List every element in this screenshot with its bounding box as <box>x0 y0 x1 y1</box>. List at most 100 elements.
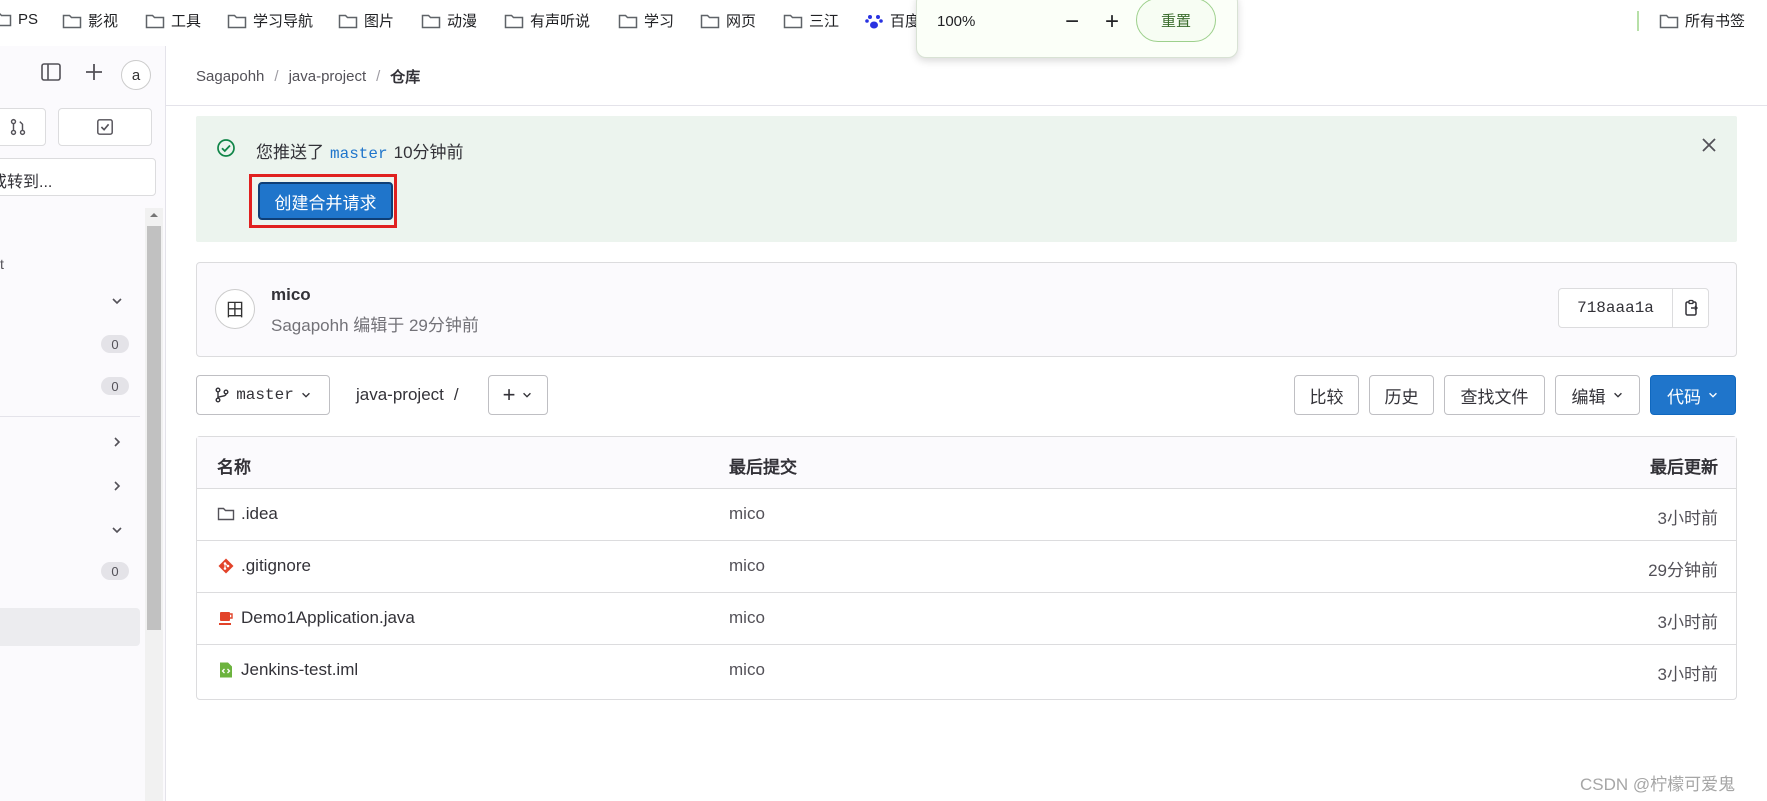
edit-dropdown[interactable]: 编辑 <box>1555 375 1640 415</box>
sidebar: a 或转到... t 0 0 0 <box>0 46 166 801</box>
find-file-button[interactable]: 查找文件 <box>1444 375 1545 415</box>
breadcrumb-separator: / <box>376 68 381 85</box>
chevron-right-icon[interactable] <box>110 435 124 449</box>
compare-button[interactable]: 比较 <box>1294 375 1359 415</box>
add-to-tree-dropdown[interactable]: + <box>488 375 548 415</box>
merge-request-icon <box>10 118 26 136</box>
bookmark-label: 动漫 <box>447 13 478 30</box>
scrollbar-thumb[interactable] <box>147 226 161 630</box>
bookmark-audio[interactable]: 有声听说 <box>504 10 590 31</box>
bookmark-anime[interactable]: 动漫 <box>421 10 477 31</box>
bookmark-study[interactable]: 学习 <box>618 10 674 31</box>
commit-meta: Sagapohh 编辑于 29分钟前 <box>271 316 479 335</box>
chevron-down-icon[interactable] <box>110 523 124 537</box>
bookmark-study-nav[interactable]: 学习导航 <box>227 10 313 31</box>
last-commit-cell[interactable]: mico <box>729 660 765 680</box>
file-name-cell[interactable]: Demo1Application.java <box>217 608 415 628</box>
file-name-cell[interactable]: Jenkins-test.iml <box>217 660 358 680</box>
breadcrumb-current[interactable]: 仓库 <box>390 66 420 87</box>
chevron-down-icon <box>1613 392 1622 398</box>
code-dropdown[interactable]: 代码 <box>1650 375 1736 415</box>
bookmark-label: PS <box>18 10 39 28</box>
edit-label: 编辑 <box>1571 387 1606 407</box>
bookmark-movies[interactable]: 影视 <box>62 10 118 31</box>
last-commit-card: 田 mico Sagapohh 编辑于 29分钟前 718aaa1a <box>196 262 1737 357</box>
merge-requests-tile[interactable] <box>0 108 46 146</box>
file-name[interactable]: .gitignore <box>241 556 311 576</box>
alert-branch-name[interactable]: master <box>330 145 388 163</box>
plus-icon: + <box>502 382 516 407</box>
last-update-cell: 3小时前 <box>1657 613 1718 632</box>
file-name[interactable]: Demo1Application.java <box>241 608 415 628</box>
commit-author-avatar[interactable]: 田 <box>215 289 255 329</box>
chevron-down-icon <box>523 392 532 398</box>
zoom-out-button[interactable]: − <box>1057 7 1087 37</box>
folder-icon <box>338 14 358 28</box>
column-header-name: 名称 <box>217 458 251 477</box>
breadcrumb-link[interactable]: java-project <box>289 68 367 85</box>
zoom-level: 100% <box>937 13 976 30</box>
close-icon[interactable] <box>1700 136 1718 154</box>
file-tree-table: 名称 最后提交 最后更新 .idea mico 3小时前 .gitignore … <box>196 436 1737 700</box>
copy-sha-button[interactable] <box>1673 289 1708 327</box>
bookmark-label: 网页 <box>726 13 757 30</box>
last-commit-cell[interactable]: mico <box>729 608 765 628</box>
commit-title[interactable]: mico <box>271 285 311 305</box>
table-row[interactable]: Jenkins-test.iml mico 3小时前 <box>197 645 1736 697</box>
column-header-last-update: 最后更新 <box>1650 458 1718 477</box>
todo-tile[interactable] <box>58 108 152 146</box>
table-header: 名称 最后提交 最后更新 <box>197 437 1736 489</box>
avatar[interactable]: a <box>121 60 151 90</box>
branch-selector[interactable]: master <box>196 375 330 415</box>
column-header-last-commit: 最后提交 <box>729 458 797 477</box>
zoom-in-button[interactable]: + <box>1097 7 1127 37</box>
bookmark-tools[interactable]: 工具 <box>145 10 201 31</box>
breadcrumb-link[interactable]: Sagapohh <box>196 68 264 85</box>
commit-sha[interactable]: 718aaa1a <box>1559 289 1673 327</box>
create-merge-request-button[interactable]: 创建合并请求 <box>258 182 393 220</box>
chevron-right-icon[interactable] <box>110 479 124 493</box>
todo-icon <box>97 119 113 135</box>
scroll-up-arrow-icon[interactable] <box>145 208 163 222</box>
chevron-down-icon[interactable] <box>110 294 124 308</box>
chevron-down-icon <box>1709 392 1717 398</box>
bookmark-label: 影视 <box>88 13 119 30</box>
breadcrumb-separator: / <box>274 68 279 85</box>
watermark: CSDN @柠檬可爱鬼 <box>1580 775 1736 794</box>
file-name[interactable]: Jenkins-test.iml <box>241 660 358 680</box>
last-commit-cell[interactable]: mico <box>729 556 765 576</box>
copy-icon <box>1684 299 1698 316</box>
folder-icon <box>618 14 638 28</box>
last-commit-cell[interactable]: mico <box>729 504 765 524</box>
file-name[interactable]: .idea <box>241 504 278 524</box>
table-row[interactable]: Demo1Application.java mico 3小时前 <box>197 593 1736 645</box>
zoom-reset-button[interactable]: 重置 <box>1136 0 1216 42</box>
table-row[interactable]: .gitignore mico 29分钟前 <box>197 541 1736 593</box>
bookmark-web[interactable]: 网页 <box>700 10 756 31</box>
folder-icon <box>1659 14 1679 28</box>
bookmark-all[interactable]: 所有书签 <box>1659 10 1745 31</box>
sidebar-scrollbar[interactable] <box>145 208 163 801</box>
table-row[interactable]: .idea mico 3小时前 <box>197 489 1736 541</box>
bookmark-ps[interactable]: PS <box>0 10 38 28</box>
sidebar-toggle-icon[interactable] <box>40 61 62 83</box>
last-update-cell: 29分钟前 <box>1648 561 1718 580</box>
bookmark-label: 工具 <box>171 13 202 30</box>
alert-message: 您推送了 master 10分钟前 <box>256 138 464 163</box>
bookmark-sanjiang[interactable]: 三江 <box>783 10 839 31</box>
history-button[interactable]: 历史 <box>1369 375 1434 415</box>
code-label: 代码 <box>1667 387 1701 407</box>
plus-icon[interactable] <box>83 61 105 83</box>
file-name-cell[interactable]: .gitignore <box>217 556 311 576</box>
bookmark-images[interactable]: 图片 <box>338 10 394 31</box>
bookmark-baidu[interactable]: 百度 <box>864 10 920 31</box>
java-icon <box>219 612 233 625</box>
branch-name: master <box>236 386 294 404</box>
search-or-go-to-input[interactable]: 或转到... <box>0 158 156 196</box>
folder-icon <box>421 14 441 28</box>
folder-icon <box>504 14 524 28</box>
sidebar-item-active[interactable] <box>0 608 140 646</box>
avatar-alt-text: a <box>131 66 141 84</box>
file-name-cell[interactable]: .idea <box>217 504 278 524</box>
repo-path-root[interactable]: java-project <box>356 385 444 405</box>
